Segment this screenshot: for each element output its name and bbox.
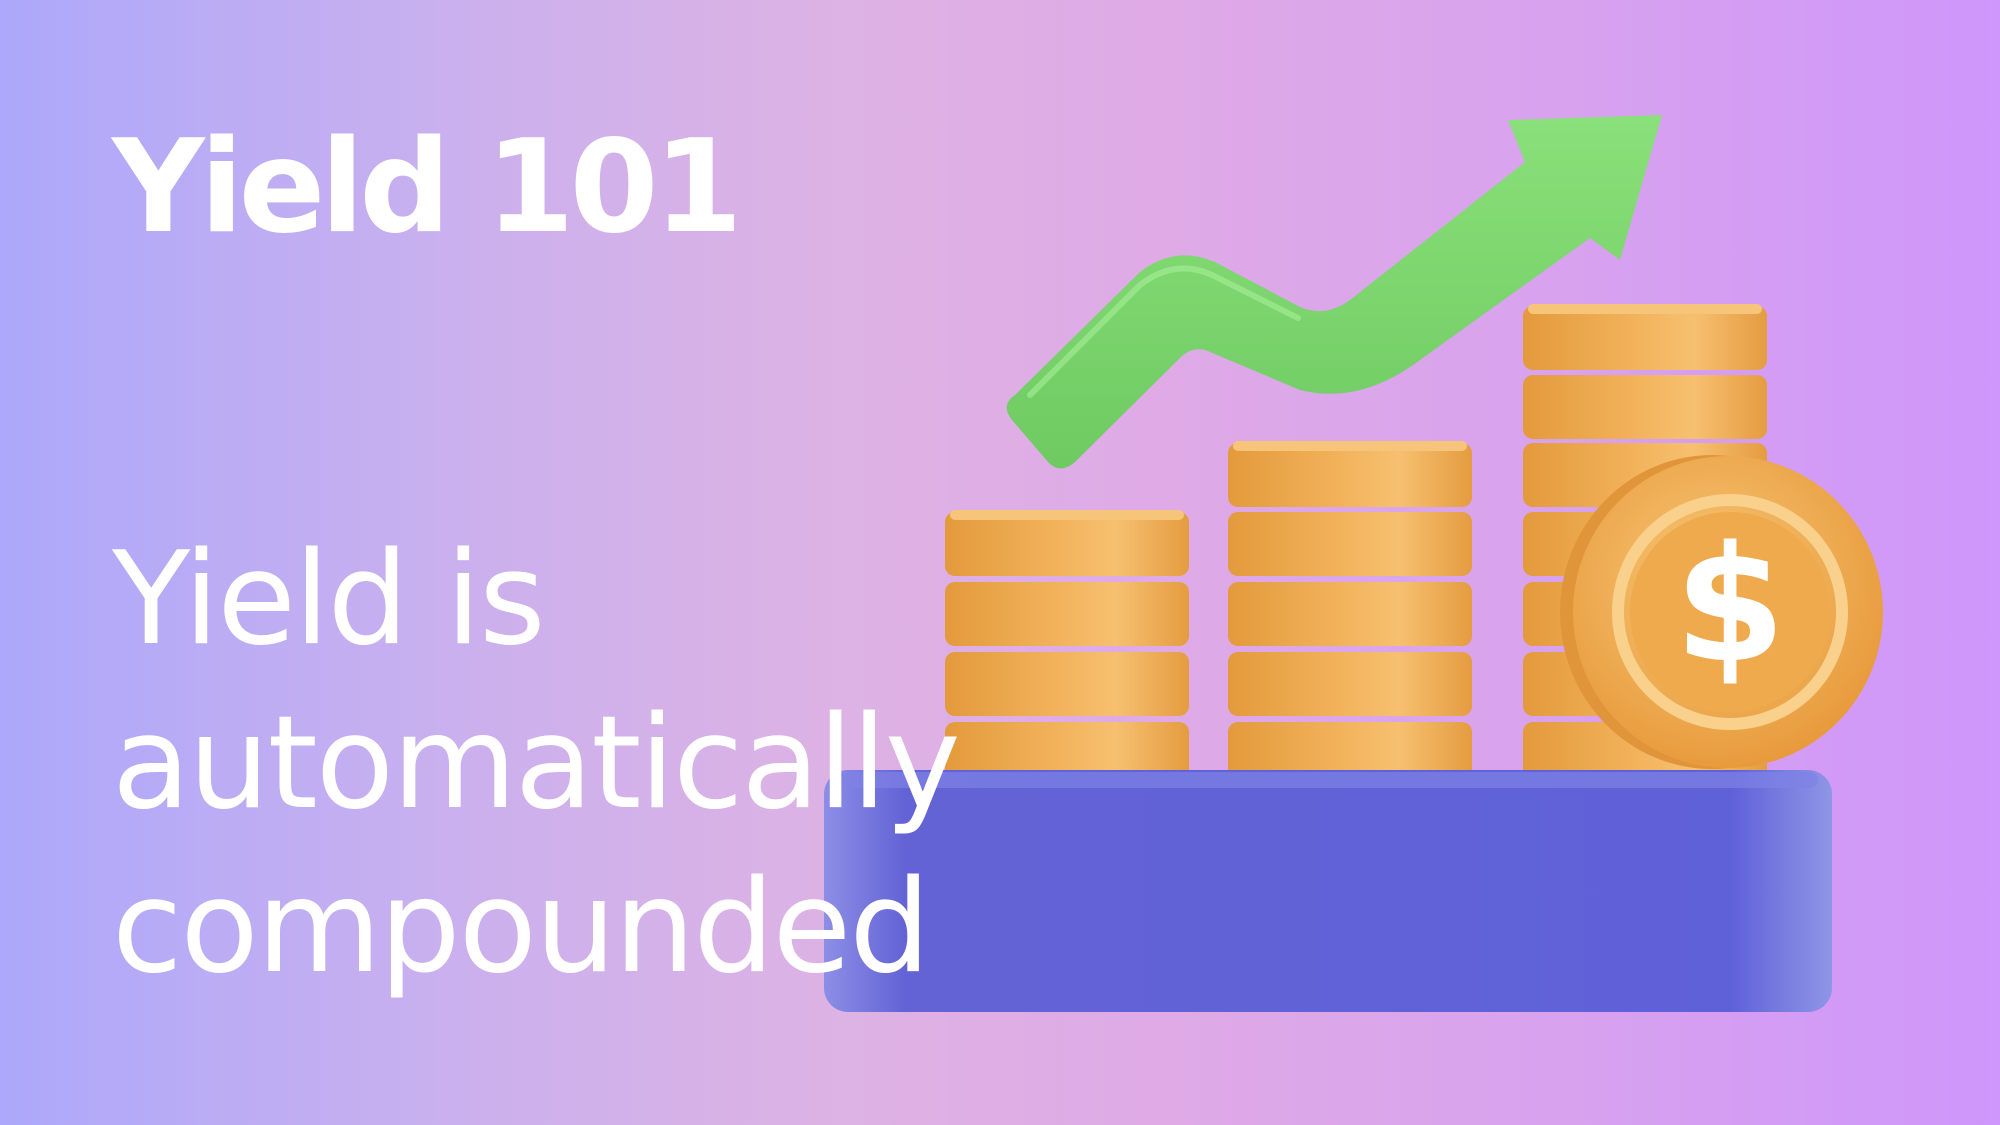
coin-stack-icon xyxy=(1228,441,1472,786)
svg-text:$: $ xyxy=(1674,511,1785,698)
platform-base xyxy=(824,770,1832,1012)
slide: $ Yield 101 Yield is automatically compo… xyxy=(0,0,2000,1125)
slide-body-text: Yield is automatically compounded xyxy=(112,518,961,1010)
body-line: Yield is xyxy=(112,525,546,674)
body-line: compounded xyxy=(112,853,930,1002)
body-line: automatically xyxy=(112,689,961,838)
slide-title: Yield 101 xyxy=(112,113,743,262)
coin-stack-icon xyxy=(945,510,1189,786)
dollar-coin-icon: $ xyxy=(1560,455,1883,769)
